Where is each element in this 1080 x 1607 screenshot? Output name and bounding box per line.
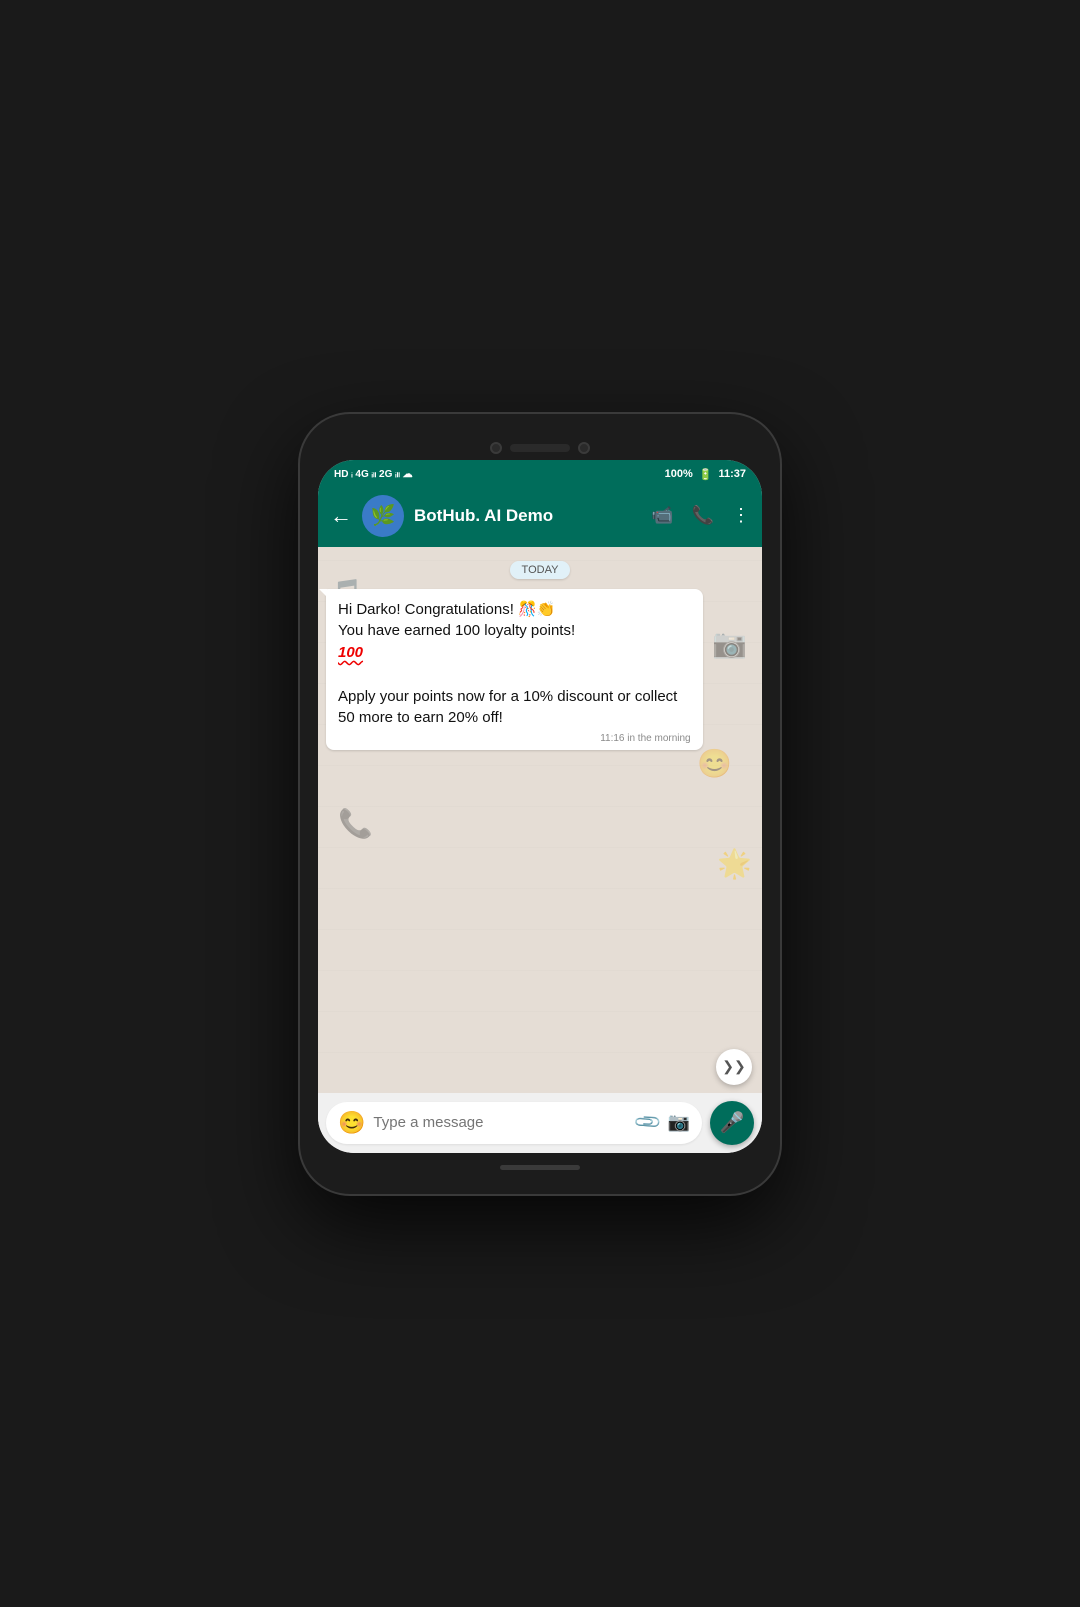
date-chip: TODAY [510, 561, 571, 579]
message-timestamp: 11:16 in the morning [600, 733, 690, 744]
menu-icon[interactable]: ⋮ [732, 505, 750, 526]
phone-bottom-bar [318, 1153, 762, 1176]
phone-top-bar [318, 432, 762, 460]
battery-icon: 🔋 [699, 468, 713, 481]
contact-name[interactable]: BotHub. AI Demo [414, 506, 641, 526]
message-input[interactable] [373, 1114, 629, 1131]
message-meta: 11:16 in the morning [338, 733, 691, 744]
voice-call-icon[interactable]: 📞 [692, 505, 714, 526]
input-bar: 😊 📎 📷 🎤 [318, 1093, 762, 1153]
chat-area: TODAY 🎵 📷 🎬 😊 📞 🌟 Hi Darko! Congratulati… [318, 547, 762, 1093]
messages-list: Hi Darko! Congratulations! 🎊👏 You have e… [326, 589, 754, 751]
message-line1: Hi Darko! Congratulations! 🎊👏 [338, 601, 555, 618]
message-line3: Apply your points now for a 10% discount… [338, 688, 677, 727]
mic-button[interactable]: 🎤 [710, 1101, 754, 1145]
message-emoji-100: 100 [338, 644, 363, 661]
attach-icon[interactable]: 📎 [633, 1107, 664, 1138]
phone-screen: HD ᵢ 4G ᵢₗₗ 2G ᵢₗₗ ☁ 100% 🔋 11:37 ← 🌿 Bo… [318, 460, 762, 1153]
message-bubble-1: Hi Darko! Congratulations! 🎊👏 You have e… [326, 589, 703, 751]
contact-avatar[interactable]: 🌿 [362, 495, 404, 537]
battery-level: 100% [665, 468, 693, 480]
chat-header: ← 🌿 BotHub. AI Demo 📹 📞 ⋮ [318, 487, 762, 547]
status-bar: HD ᵢ 4G ᵢₗₗ 2G ᵢₗₗ ☁ 100% 🔋 11:37 [318, 460, 762, 487]
message-text: Hi Darko! Congratulations! 🎊👏 You have e… [338, 599, 691, 730]
wm-icon-4: 😊 [697, 747, 732, 780]
message-line2: You have earned 100 loyalty points! [338, 622, 575, 639]
scroll-to-bottom-button[interactable]: ❯❯ [716, 1049, 752, 1085]
clock: 11:37 [718, 468, 746, 480]
input-wrapper: 😊 📎 📷 [326, 1102, 702, 1144]
phone-shell: HD ᵢ 4G ᵢₗₗ 2G ᵢₗₗ ☁ 100% 🔋 11:37 ← 🌿 Bo… [300, 414, 780, 1194]
home-indicator[interactable] [500, 1165, 580, 1170]
phone-speaker [510, 444, 570, 452]
chevron-down-icon: ❯❯ [722, 1058, 745, 1075]
status-left: HD ᵢ 4G ᵢₗₗ 2G ᵢₗₗ ☁ [334, 469, 413, 480]
back-button[interactable]: ← [330, 505, 352, 527]
date-chip-container: TODAY [326, 553, 754, 583]
camera-icon[interactable]: 📷 [668, 1112, 690, 1133]
avatar-icon: 🌿 [371, 503, 396, 528]
wm-icon-6: 🌟 [717, 847, 752, 880]
header-icons: 📹 📞 ⋮ [651, 505, 750, 526]
mic-icon: 🎤 [720, 1110, 745, 1135]
wm-icon-5: 📞 [338, 807, 373, 840]
network-indicators: HD ᵢ 4G ᵢₗₗ 2G ᵢₗₗ ☁ [334, 469, 413, 480]
phone-camera [490, 442, 502, 454]
status-right: 100% 🔋 11:37 [665, 468, 746, 481]
phone-camera-right [578, 442, 590, 454]
video-call-icon[interactable]: 📹 [651, 505, 673, 526]
emoji-picker-icon[interactable]: 😊 [338, 1110, 365, 1136]
